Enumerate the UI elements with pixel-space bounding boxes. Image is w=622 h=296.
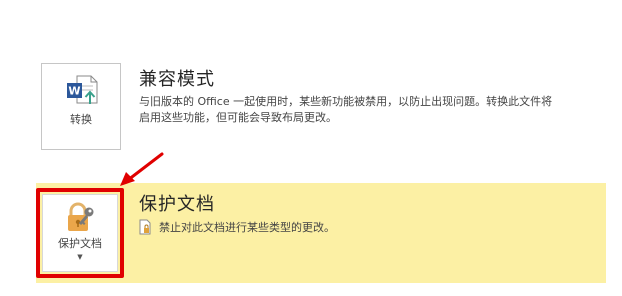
protect-document-title: 保护文档 (139, 194, 215, 215)
protect-document-button-label: 保护文档 (58, 237, 102, 250)
document-lock-icon (139, 219, 151, 235)
svg-text:W: W (68, 85, 80, 98)
convert-button-label: 转换 (70, 113, 92, 126)
protect-desc-text: 禁止对此文档进行某些类型的更改。 (159, 221, 335, 234)
word-convert-icon: W (67, 75, 98, 104)
convert-button[interactable]: W 转换 (41, 63, 121, 150)
protect-document-description: 禁止对此文档进行某些类型的更改。 (139, 216, 335, 238)
dropdown-caret-icon: ▼ (77, 253, 83, 261)
compat-desc-line-1: 与旧版本的 Office 一起使用时，某些新功能被禁用，以防止出现问题。转换此文… (139, 95, 553, 108)
compat-desc-line-2: 启用这些功能，但可能会导致布局更改。 (139, 111, 337, 124)
compat-mode-title: 兼容模式 (139, 69, 215, 90)
protect-document-button[interactable]: 保护文档 ▼ (42, 194, 118, 272)
lock-key-icon (68, 202, 94, 231)
red-arrow-annotation (120, 152, 164, 186)
compat-mode-description: 与旧版本的 Office 一起使用时，某些新功能被禁用，以防止出现问题。转换此文… (139, 94, 599, 126)
